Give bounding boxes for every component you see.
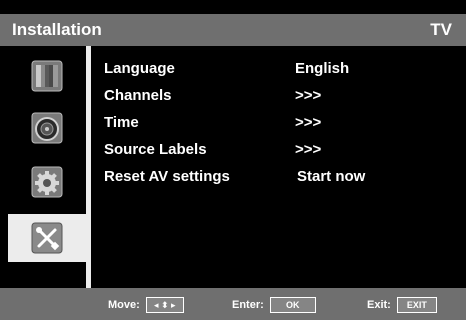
sound-settings-icon xyxy=(31,112,63,144)
osd-screen: Installation TV Language English Channel… xyxy=(0,0,466,320)
move-arrows-key: ◂ ⬍ ▸ xyxy=(145,297,184,313)
enter-hint-label: Enter: xyxy=(232,299,264,311)
menu-row-label: Language xyxy=(104,60,175,77)
menu-row-value: >>> xyxy=(295,87,322,104)
menu-row-label: Channels xyxy=(104,87,172,104)
menu-row-label: Time xyxy=(104,114,139,131)
menu-row-channels[interactable]: Channels >>> xyxy=(104,83,444,110)
sidebar-divider xyxy=(86,46,91,288)
exit-hint-label: Exit: xyxy=(367,299,391,311)
menu-row-time[interactable]: Time >>> xyxy=(104,110,444,137)
menu-row-source-labels[interactable]: Source Labels >>> xyxy=(104,137,444,164)
ok-key: OK xyxy=(269,297,316,313)
move-hint: Move: ◂ ⬍ ▸ xyxy=(108,297,184,313)
installation-tools-icon xyxy=(31,222,63,254)
menu-title: Installation xyxy=(12,20,102,39)
sidebar-item-sound[interactable] xyxy=(8,104,86,152)
menu-row-value: >>> xyxy=(295,141,322,158)
installation-menu: Language English Channels >>> Time >>> S… xyxy=(104,56,444,191)
menu-row-label: Reset AV settings xyxy=(104,168,230,185)
menu-row-value: English xyxy=(295,60,350,77)
source-mode-label: TV xyxy=(430,20,452,39)
enter-hint: Enter: OK xyxy=(232,297,316,313)
exit-key: EXIT xyxy=(396,297,437,313)
key-hint-bar: Move: ◂ ⬍ ▸ Enter: OK Exit: EXIT xyxy=(0,288,466,320)
category-sidebar xyxy=(0,46,86,288)
exit-hint: Exit: EXIT xyxy=(367,297,437,313)
sidebar-item-picture[interactable] xyxy=(8,52,86,100)
picture-settings-icon xyxy=(31,60,63,92)
menu-row-value: Start now xyxy=(297,168,366,185)
menu-row-language[interactable]: Language English xyxy=(104,56,444,83)
sidebar-item-features[interactable] xyxy=(8,158,86,206)
features-gear-icon xyxy=(31,166,63,198)
menu-row-value: >>> xyxy=(295,114,322,131)
menu-header: Installation TV xyxy=(0,14,466,46)
sidebar-item-installation[interactable] xyxy=(8,214,86,262)
menu-row-label: Source Labels xyxy=(104,141,207,158)
move-hint-label: Move: xyxy=(108,299,140,311)
menu-row-reset-av[interactable]: Reset AV settings Start now xyxy=(104,164,444,191)
